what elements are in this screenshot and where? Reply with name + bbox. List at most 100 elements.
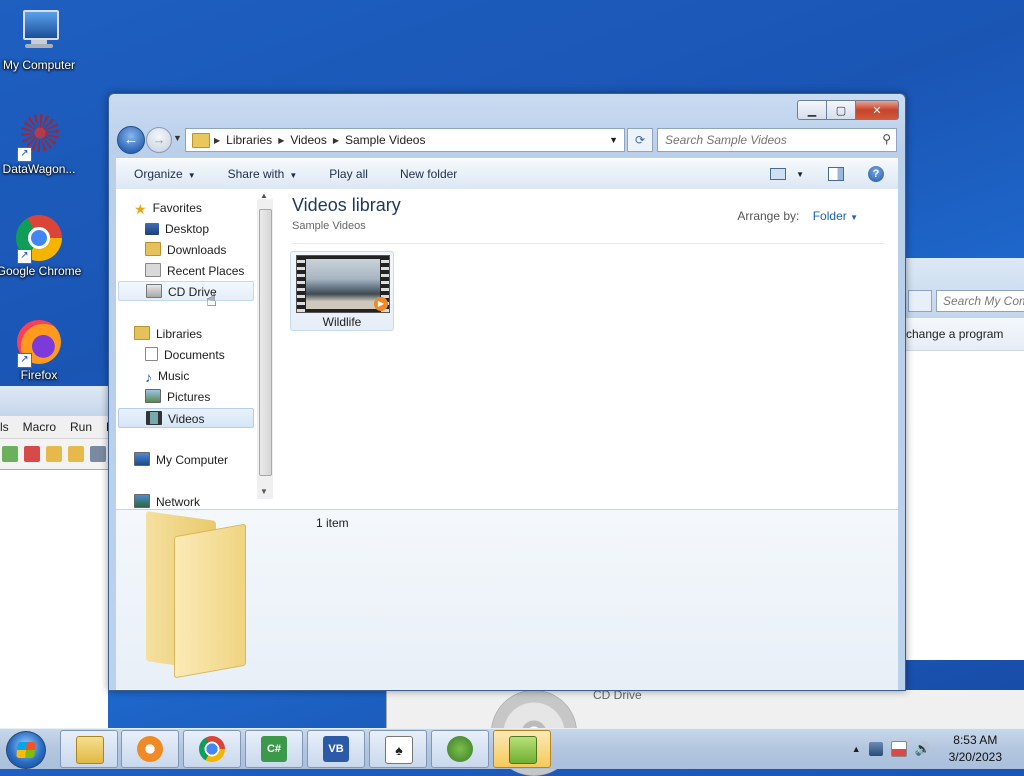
navigation-row: ← → ▼ ▶ Libraries ▶ Videos ▶ Sample Vide… xyxy=(117,126,897,154)
breadcrumb-videos[interactable]: Videos xyxy=(290,133,326,147)
taskbar-app[interactable] xyxy=(431,730,489,768)
taskbar-media-player[interactable] xyxy=(121,730,179,768)
taskbar-solitaire[interactable]: ♠ xyxy=(369,730,427,768)
mouse-cursor-hand-icon: ☝ xyxy=(206,290,217,310)
desktop-icon-my-computer[interactable]: My Computer xyxy=(0,8,82,73)
background-window-titlebar[interactable]: Search My Com xyxy=(906,258,1024,318)
breadcrumb-libraries[interactable]: Libraries xyxy=(226,133,272,147)
thumbnail-image xyxy=(306,259,380,309)
background-control-panel-window[interactable]: Search My Com change a program xyxy=(906,258,1024,660)
chevron-down-icon[interactable]: ▼ xyxy=(796,170,804,179)
background-editor-window[interactable]: ls Macro Run P xyxy=(0,386,114,728)
close-button[interactable]: ✕ xyxy=(856,100,899,120)
nav-documents-label: Documents xyxy=(164,348,225,362)
tool-icon[interactable] xyxy=(2,446,18,462)
chrome-icon: ↗ xyxy=(15,214,63,264)
chrome-icon xyxy=(199,736,225,762)
chevron-right-icon[interactable]: ▶ xyxy=(333,136,339,145)
start-button[interactable] xyxy=(6,731,46,769)
preview-pane-icon[interactable] xyxy=(828,167,844,181)
desktop-icon-firefox[interactable]: ↗ Firefox xyxy=(0,318,82,383)
music-note-icon: ♪ xyxy=(145,369,152,385)
search-box[interactable]: ⚲ xyxy=(657,128,897,152)
action-center-flag-icon[interactable] xyxy=(890,741,907,757)
share-with-button[interactable]: Share with ▼ xyxy=(210,167,312,181)
search-input[interactable] xyxy=(658,129,867,151)
nav-my-computer[interactable]: My Computer xyxy=(134,450,274,470)
organize-button[interactable]: Organize ▼ xyxy=(116,167,210,181)
menu-item[interactable]: ls xyxy=(0,420,9,434)
arrange-by-label: Arrange by: xyxy=(737,209,800,223)
play-all-label: Play all xyxy=(329,167,368,181)
clock[interactable]: 8:53 AM 3/20/2023 xyxy=(949,732,1002,766)
maximize-button[interactable]: ▢ xyxy=(827,100,856,120)
background-menubar: ls Macro Run P xyxy=(0,416,114,439)
background-toolbar xyxy=(0,439,108,470)
taskbar-notepad-plus-plus[interactable] xyxy=(493,730,551,768)
nav-libraries-label: Libraries xyxy=(156,327,203,341)
volume-icon[interactable]: 🔊 xyxy=(915,742,931,756)
show-hidden-icons-chevron-icon[interactable]: ▲ xyxy=(852,744,861,754)
navigation-scrollbar[interactable]: ▲ ▼ xyxy=(257,191,273,499)
chevron-down-icon[interactable]: ▼ xyxy=(609,135,618,145)
menu-item-run[interactable]: Run xyxy=(70,420,92,434)
nav-favorites[interactable]: ★ Favorites xyxy=(134,198,274,218)
background-window-titlebar[interactable] xyxy=(0,386,108,416)
details-pane: 1 item xyxy=(116,509,898,690)
firefox-icon: ↗ xyxy=(15,318,63,368)
nav-music-label: Music xyxy=(158,369,190,383)
folder-icon xyxy=(76,736,104,764)
network-icon[interactable] xyxy=(868,742,883,756)
taskbar-chrome[interactable] xyxy=(183,730,241,768)
recent-places-icon xyxy=(145,263,161,277)
nav-videos[interactable]: Videos xyxy=(118,408,254,428)
explorer-window[interactable]: ▁ ▢ ✕ ← → ▼ ▶ Libraries ▶ Videos ▶ Sampl… xyxy=(108,93,906,691)
forward-button[interactable]: → xyxy=(146,127,172,153)
chevron-right-icon[interactable]: ▶ xyxy=(214,136,220,145)
play-all-button[interactable]: Play all xyxy=(311,167,382,181)
breadcrumb-sample-videos[interactable]: Sample Videos xyxy=(345,133,426,147)
chevron-right-icon[interactable]: ▶ xyxy=(278,136,284,145)
file-list-pane[interactable]: Videos library Sample Videos Arrange by:… xyxy=(274,189,898,509)
background-search-input[interactable]: Search My Com xyxy=(936,290,1024,312)
taskbar-csharp[interactable]: C# xyxy=(245,730,303,768)
desktop-icon-label: Google Chrome xyxy=(0,264,82,278)
tool-icon[interactable] xyxy=(90,446,106,462)
new-folder-button[interactable]: New folder xyxy=(382,167,471,181)
shortcut-arrow-icon: ↗ xyxy=(17,249,32,264)
search-icon[interactable]: ⚲ xyxy=(882,132,891,146)
tool-icon[interactable] xyxy=(24,446,40,462)
refresh-icon[interactable] xyxy=(908,290,932,312)
nav-cd-drive[interactable]: CD Drive xyxy=(118,281,254,301)
change-view-icon[interactable] xyxy=(770,168,787,180)
change-program-command[interactable]: change a program xyxy=(906,318,1024,351)
folder-icon xyxy=(192,132,210,148)
scroll-down-arrow-icon[interactable]: ▼ xyxy=(260,487,268,496)
item-count: 1 item xyxy=(316,516,349,530)
tool-icon[interactable] xyxy=(46,446,62,462)
recent-pages-dropdown[interactable]: ▼ xyxy=(173,133,182,143)
film-strip xyxy=(297,256,305,312)
taskbar-visual-basic[interactable]: VB xyxy=(307,730,365,768)
tool-icon[interactable] xyxy=(68,446,84,462)
window-caption-buttons: ▁ ▢ ✕ xyxy=(797,100,899,120)
desktop-icon-datawagon[interactable]: ↗ DataWagon... xyxy=(0,112,82,177)
file-item-wildlife[interactable]: ▶ Wildlife xyxy=(290,251,394,331)
help-icon[interactable]: ? xyxy=(868,166,884,182)
scrollbar-thumb[interactable] xyxy=(259,209,272,476)
taskbar-explorer[interactable] xyxy=(60,730,118,768)
back-button[interactable]: ← xyxy=(117,126,145,154)
shortcut-arrow-icon: ↗ xyxy=(17,353,32,368)
nav-libraries[interactable]: Libraries xyxy=(134,324,274,344)
minimize-button[interactable]: ▁ xyxy=(797,100,827,120)
arrange-by: Arrange by: Folder ▼ xyxy=(737,209,858,223)
share-with-label: Share with xyxy=(227,167,285,181)
desktop-icon-google-chrome[interactable]: ↗ Google Chrome xyxy=(0,214,82,279)
new-folder-label: New folder xyxy=(399,167,458,181)
address-bar[interactable]: ▶ Libraries ▶ Videos ▶ Sample Videos ▼ xyxy=(185,128,625,152)
taskbar: C# VB ♠ ▲ 🔊 8:53 AM 3/20/2023 xyxy=(0,728,1024,769)
menu-item-macro[interactable]: Macro xyxy=(23,420,56,434)
scroll-up-arrow-icon[interactable]: ▲ xyxy=(260,191,268,200)
arrange-by-dropdown[interactable]: Folder ▼ xyxy=(813,209,858,223)
refresh-button[interactable]: ⟳ xyxy=(627,128,653,152)
